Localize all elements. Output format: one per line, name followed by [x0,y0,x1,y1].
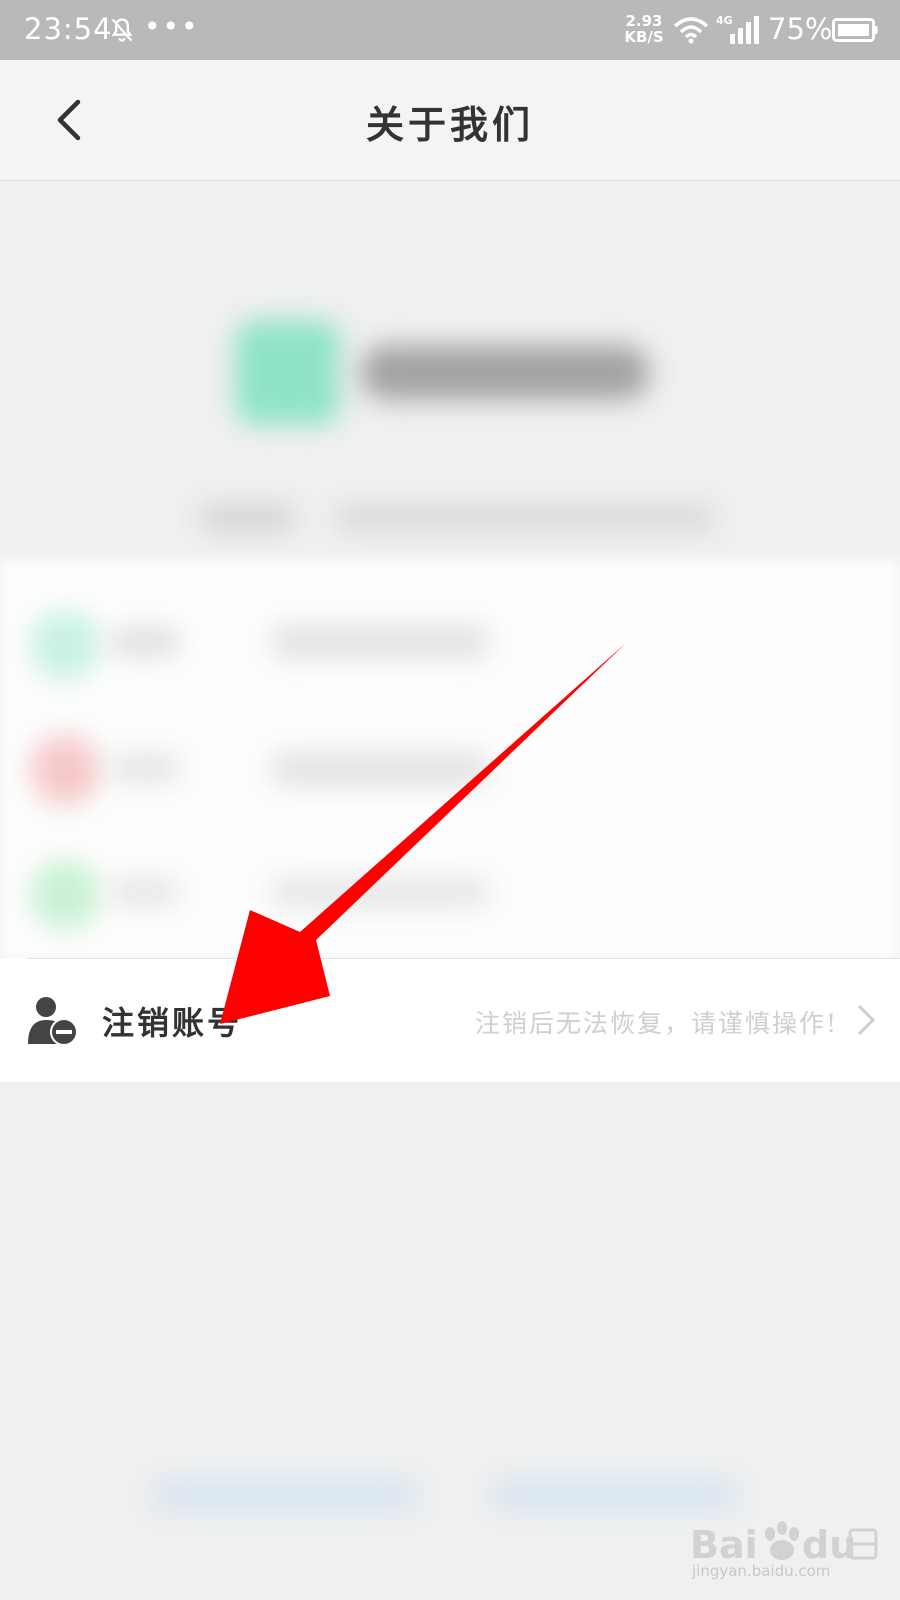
blurred-list-label [110,628,180,656]
svg-text:du: du [802,1523,856,1567]
row-divider [28,958,900,959]
svg-text:Bai: Bai [690,1523,758,1567]
status-more-dots: ••• [144,10,200,43]
blurred-list-value [270,878,490,908]
signal-icon [730,16,759,44]
user-minus-icon [28,997,78,1046]
nav-bar: 关于我们 [0,60,900,181]
blurred-list-label [110,878,180,906]
cancel-account-label: 注销账号 [102,1004,243,1042]
bell-off-icon [111,18,133,42]
network-speed-unit: KB/S [624,28,664,46]
battery-percent: 75% [768,12,833,46]
battery-icon [832,18,878,42]
page-title: 关于我们 [365,102,534,147]
wifi-icon [673,17,709,44]
status-bar: 23:54 ••• 2.93 KB/S 4G 75% [0,0,900,60]
network-speed-value: 2.93 [625,12,663,30]
blurred-app-name [360,345,650,400]
blurred-footer-link [150,1478,420,1512]
cancel-account-hint: 注销后无法恢复，请谨慎操作! [474,1009,838,1038]
blurred-list-value [270,752,490,786]
blurred-list-label [110,754,180,782]
blurred-app-logo [235,320,340,425]
blurred-version-label [200,505,295,531]
blurred-list-value [270,625,490,659]
watermark-url: jingyan.baidu.com [692,1562,831,1580]
chevron-right-icon [857,1004,876,1036]
status-time: 23:54 [24,12,113,46]
blurred-list-icon [30,860,100,930]
blurred-version-value [335,505,715,531]
blurred-footer-link [490,1478,740,1512]
blurred-list-icon [30,610,100,680]
blurred-list-icon [30,735,100,805]
cancel-account-row[interactable]: 注销账号 注销后无法恢复，请谨慎操作! [0,958,900,1082]
network-speed: 2.93 KB/S [622,13,666,45]
